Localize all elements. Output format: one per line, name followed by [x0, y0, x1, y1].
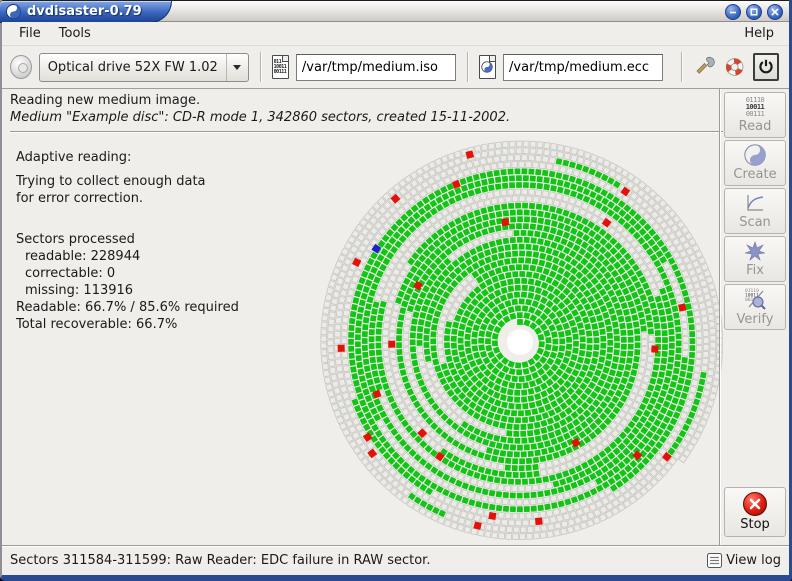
mode-desc-line2: for error correction.	[16, 190, 239, 207]
readable-percentage: Readable: 66.7% / 85.6% required	[16, 299, 239, 316]
red-x-stop-icon	[743, 492, 767, 516]
scan-button-label: Scan	[739, 215, 771, 230]
ecc-file-icon	[479, 55, 496, 79]
fix-button-label: Fix	[746, 263, 764, 278]
magnifier-verify-icon: 01110 10011 00111	[743, 287, 767, 311]
puzzle-fix-icon	[744, 240, 766, 262]
status-header-line1: Reading new medium image.	[10, 93, 723, 108]
chart-scan-icon	[744, 192, 766, 214]
preferences-wrench-icon[interactable]	[693, 54, 716, 80]
view-log-label: View log	[726, 553, 781, 568]
main-area: Reading new medium image. Medium "Exampl…	[2, 89, 789, 545]
quit-power-icon[interactable]	[753, 53, 779, 81]
progress-panel: Adaptive reading: Trying to collect enou…	[16, 149, 239, 333]
action-sidebar: 01110 10011 00111 Read Create	[721, 89, 789, 545]
app-window: dvdisaster-0.79 File Tools Help Optical …	[0, 0, 792, 581]
binary-read-icon: 01110 10011 00111	[746, 97, 765, 118]
mode-label: Adaptive reading:	[16, 149, 239, 166]
view-log-button[interactable]: View log	[707, 553, 781, 568]
yin-yang-create-icon	[744, 144, 766, 166]
menubar: File Tools Help	[2, 22, 789, 46]
mode-desc-line1: Trying to collect enough data	[16, 173, 239, 190]
titlebar[interactable]: dvdisaster-0.79	[2, 0, 789, 22]
read-button[interactable]: 01110 10011 00111 Read	[724, 92, 786, 138]
toolbar-separator	[467, 52, 468, 82]
menu-help[interactable]: Help	[735, 24, 783, 43]
iso-icon-binary-row: 00111	[273, 70, 288, 75]
help-lifebuoy-icon[interactable]	[723, 54, 746, 80]
sectors-readable: readable: 228944	[16, 248, 239, 265]
iso-file-icon: 011 10011 00111	[272, 55, 289, 79]
toolbar-separator	[260, 52, 261, 82]
verify-button-label: Verify	[737, 312, 774, 327]
toolbar-separator	[681, 52, 682, 82]
sectors-correctable: correctable: 0	[16, 265, 239, 282]
window-title: dvdisaster-0.79	[27, 4, 142, 19]
fix-button[interactable]: Fix	[724, 236, 786, 282]
log-list-icon	[707, 553, 722, 568]
verify-button[interactable]: 01110 10011 00111 Verify	[724, 284, 786, 330]
toolbar: Optical drive 52X FW 1.02 011 10011 0011…	[2, 46, 789, 89]
statusbar: Sectors 311584-311599: Raw Reader: EDC f…	[2, 545, 789, 575]
maximize-button[interactable]	[746, 4, 762, 20]
scan-button[interactable]: Scan	[724, 188, 786, 234]
drive-select-value: Optical drive 52X FW 1.02	[40, 60, 226, 75]
menu-tools[interactable]: Tools	[50, 24, 100, 43]
titlebar-caption-tab[interactable]: dvdisaster-0.79	[0, 1, 172, 23]
sectors-title: Sectors processed	[16, 231, 239, 248]
iso-path-input[interactable]	[296, 54, 456, 81]
status-message: Sectors 311584-311599: Raw Reader: EDC f…	[10, 553, 707, 568]
sectors-missing: missing: 113916	[16, 282, 239, 299]
drive-select-arrow[interactable]	[226, 54, 248, 81]
read-button-label: Read	[739, 119, 772, 134]
drive-cd-icon	[10, 55, 32, 79]
header-separator	[10, 131, 723, 133]
total-recoverable: Total recoverable: 66.7%	[16, 316, 239, 333]
minimize-button[interactable]	[725, 4, 741, 20]
create-button-label: Create	[733, 167, 776, 182]
app-yin-yang-icon	[6, 4, 21, 19]
create-button[interactable]: Create	[724, 140, 786, 186]
menu-file[interactable]: File	[10, 24, 50, 43]
chevron-down-icon	[233, 65, 241, 70]
stop-button-label: Stop	[740, 517, 770, 532]
status-header-line2: Medium "Example disc": CD-R mode 1, 3428…	[10, 110, 723, 125]
close-button[interactable]	[767, 4, 783, 20]
stop-button[interactable]: Stop	[724, 487, 786, 537]
ecc-yin-yang-glyph	[481, 61, 493, 73]
drive-select[interactable]: Optical drive 52X FW 1.02	[39, 53, 249, 82]
ecc-path-input[interactable]	[503, 54, 663, 81]
